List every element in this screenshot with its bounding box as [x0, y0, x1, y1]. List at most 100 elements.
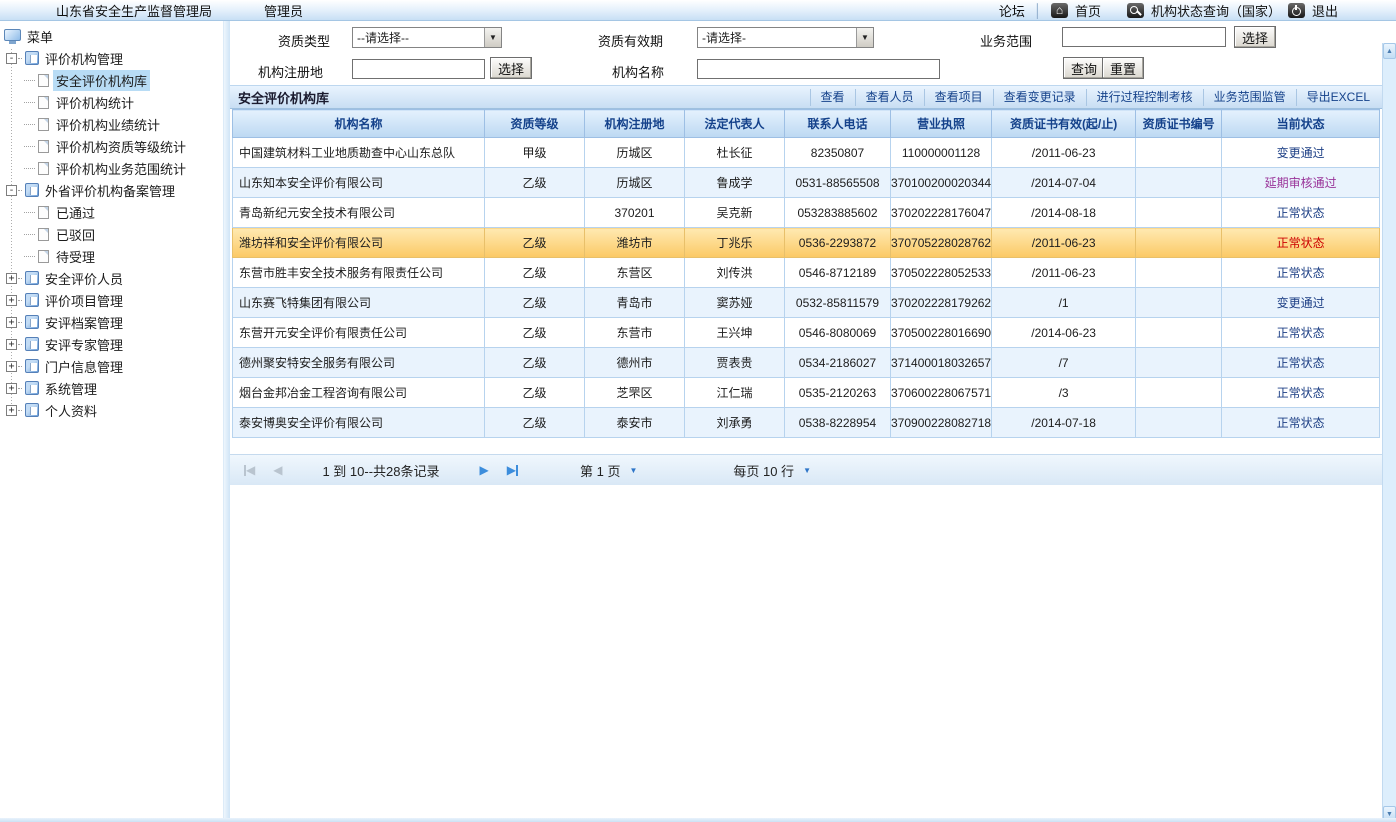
table-cell: 芝罘区 — [585, 378, 685, 408]
logout-link[interactable]: 退出 — [1312, 1, 1338, 20]
status-cell: 正常状态 — [1222, 258, 1380, 288]
expand-icon[interactable]: + — [6, 361, 17, 372]
scrollbar-track[interactable] — [1383, 59, 1396, 806]
tree-leaf-label: 安全评价机构库 — [53, 70, 150, 91]
toolbar-buttons: 查看查看人员查看项目查看变更记录进行过程控制考核业务范围监管导出EXCEL — [810, 86, 1382, 108]
toolbar-button[interactable]: 业务范围监管 — [1203, 89, 1296, 106]
dropdown-arrow-icon[interactable]: ▼ — [856, 28, 873, 47]
tree-node[interactable]: +安全评价人员 — [2, 267, 223, 289]
tree-node-label: 评价项目管理 — [42, 290, 126, 311]
reg-select-button[interactable]: 选择 — [490, 57, 532, 79]
column-header[interactable]: 机构注册地 — [585, 110, 685, 138]
toolbar-button[interactable]: 进行过程控制考核 — [1086, 89, 1203, 106]
table-row[interactable]: 青岛新纪元安全技术有限公司370201吴克新053283885602370202… — [233, 198, 1380, 228]
tree-leaf[interactable]: 评价机构资质等级统计 — [2, 135, 223, 157]
column-header[interactable]: 资质证书有效(起/止) — [992, 110, 1136, 138]
qual-type-select[interactable]: --请选择-- ▼ — [352, 27, 502, 48]
reg-place-input[interactable] — [352, 59, 485, 79]
status-query-link[interactable]: 机构状态查询（国家） — [1151, 1, 1281, 20]
toolbar-button[interactable]: 查看 — [810, 89, 855, 106]
reset-button[interactable]: 重置 — [1102, 57, 1144, 79]
toolbar-button[interactable]: 查看项目 — [924, 89, 993, 106]
table-row[interactable]: 东营市胜丰安全技术服务有限责任公司乙级东营区刘传洪0546-8712189370… — [233, 258, 1380, 288]
tree-node[interactable]: + 评价项目管理 — [2, 289, 223, 311]
column-header[interactable]: 资质证书编号 — [1136, 110, 1222, 138]
table-row[interactable]: 东营开元安全评价有限责任公司乙级东营市王兴坤0546-8080069370500… — [233, 318, 1380, 348]
tree-node[interactable]: -评价机构管理 — [2, 47, 223, 69]
forum-link[interactable]: 论坛 — [999, 1, 1025, 20]
column-header[interactable]: 法定代表人 — [685, 110, 785, 138]
tree-node[interactable]: + 安评专家管理 — [2, 333, 223, 355]
table-cell: 潍坊市 — [585, 228, 685, 258]
tree-node-label: 安评专家管理 — [42, 334, 126, 355]
expand-icon[interactable]: + — [6, 383, 17, 394]
scroll-up-icon[interactable]: ▲ — [1383, 43, 1396, 59]
tree-node[interactable]: + 安评档案管理 — [2, 311, 223, 333]
org-name-cell: 泰安博奥安全评价有限公司 — [233, 408, 485, 438]
toolbar-button[interactable]: 查看人员 — [855, 89, 924, 106]
scope-select-button[interactable]: 选择 — [1234, 26, 1276, 48]
page-size-select[interactable]: 每页 10 行 ▼ — [733, 461, 811, 480]
expand-icon[interactable]: + — [6, 317, 17, 328]
tree-node[interactable]: +系统管理 — [2, 377, 223, 399]
table-cell — [1136, 168, 1222, 198]
table-row[interactable]: 山东赛飞特集团有限公司乙级青岛市窦苏娅0532-8581157937020222… — [233, 288, 1380, 318]
dropdown-arrow-icon[interactable]: ▼ — [484, 28, 501, 47]
table-cell: 历城区 — [585, 168, 685, 198]
vertical-scrollbar[interactable]: ▲ ▼ — [1382, 43, 1396, 822]
org-name-cell: 东营市胜丰安全技术服务有限责任公司 — [233, 258, 485, 288]
next-page-button[interactable]: ▶ — [480, 463, 489, 477]
org-name-cell: 烟台金邦冶金工程咨询有限公司 — [233, 378, 485, 408]
home-link[interactable]: 首页 — [1075, 1, 1101, 20]
column-header[interactable]: 资质等级 — [485, 110, 585, 138]
search-button[interactable]: 查询 — [1063, 57, 1105, 79]
tree-leaf[interactable]: 已驳回 — [2, 223, 223, 245]
current-user: 管理员 — [264, 1, 303, 20]
table-row[interactable]: 山东知本安全评价有限公司乙级历城区鲁成学0531-885655083701002… — [233, 168, 1380, 198]
collapse-icon[interactable]: - — [6, 185, 17, 196]
column-header[interactable]: 营业执照 — [891, 110, 992, 138]
validity-select[interactable]: -请选择- ▼ — [697, 27, 874, 48]
scope-input[interactable] — [1062, 27, 1226, 47]
table-row[interactable]: 德州聚安特安全服务有限公司乙级德州市贾表贵0534-21860273714000… — [233, 348, 1380, 378]
expand-icon[interactable]: + — [6, 295, 17, 306]
table-cell: 吴克新 — [685, 198, 785, 228]
tree-connector — [18, 278, 22, 279]
table-row[interactable]: 中国建筑材料工业地质勘查中心山东总队甲级历城区杜长征82350807110000… — [233, 138, 1380, 168]
collapse-icon[interactable]: - — [6, 53, 17, 64]
page-select[interactable]: 第 1 页 ▼ — [580, 461, 637, 480]
document-icon — [38, 206, 49, 219]
table-cell: 乙级 — [485, 318, 585, 348]
tree-leaf[interactable]: 评价机构统计 — [2, 91, 223, 113]
expand-icon[interactable]: + — [6, 339, 17, 350]
tree-leaf[interactable]: 待受理 — [2, 245, 223, 267]
home-icon[interactable] — [1051, 3, 1068, 18]
column-header[interactable]: 机构名称 — [233, 110, 485, 138]
expand-icon[interactable]: + — [6, 273, 17, 284]
tree-node[interactable]: +个人资料 — [2, 399, 223, 421]
expand-icon[interactable]: + — [6, 405, 17, 416]
column-header[interactable]: 当前状态 — [1222, 110, 1380, 138]
tree-leaf[interactable]: 已通过 — [2, 201, 223, 223]
tree-leaf[interactable]: 评价机构业绩统计 — [2, 113, 223, 135]
table-row[interactable]: 烟台金邦冶金工程咨询有限公司乙级芝罘区江仁瑞0535-2120263370600… — [233, 378, 1380, 408]
tree-connector — [18, 366, 22, 367]
key-icon[interactable] — [1127, 3, 1144, 18]
toolbar-button[interactable]: 导出EXCEL — [1296, 89, 1380, 106]
last-page-button[interactable]: ▶ — [507, 463, 518, 477]
panel-splitter[interactable] — [223, 21, 230, 822]
column-header[interactable]: 联系人电话 — [785, 110, 891, 138]
status-cell: 正常状态 — [1222, 318, 1380, 348]
org-name-input[interactable] — [697, 59, 940, 79]
table-row[interactable]: 泰安博奥安全评价有限公司乙级泰安市刘承勇0538-822895437090022… — [233, 408, 1380, 438]
tree-node[interactable]: -外省评价机构备案管理 — [2, 179, 223, 201]
prev-page-button[interactable]: ◀ — [273, 463, 282, 477]
tree-leaf[interactable]: 评价机构业务范围统计 — [2, 157, 223, 179]
power-icon[interactable] — [1288, 3, 1305, 18]
tree-node-label: 安评档案管理 — [42, 312, 126, 333]
toolbar-button[interactable]: 查看变更记录 — [993, 89, 1086, 106]
first-page-button[interactable]: ◀ — [244, 463, 255, 477]
table-row[interactable]: 潍坊祥和安全评价有限公司乙级潍坊市丁兆乐0536-229387237070522… — [233, 228, 1380, 258]
tree-leaf[interactable]: 安全评价机构库 — [2, 69, 223, 91]
tree-node[interactable]: +门户信息管理 — [2, 355, 223, 377]
